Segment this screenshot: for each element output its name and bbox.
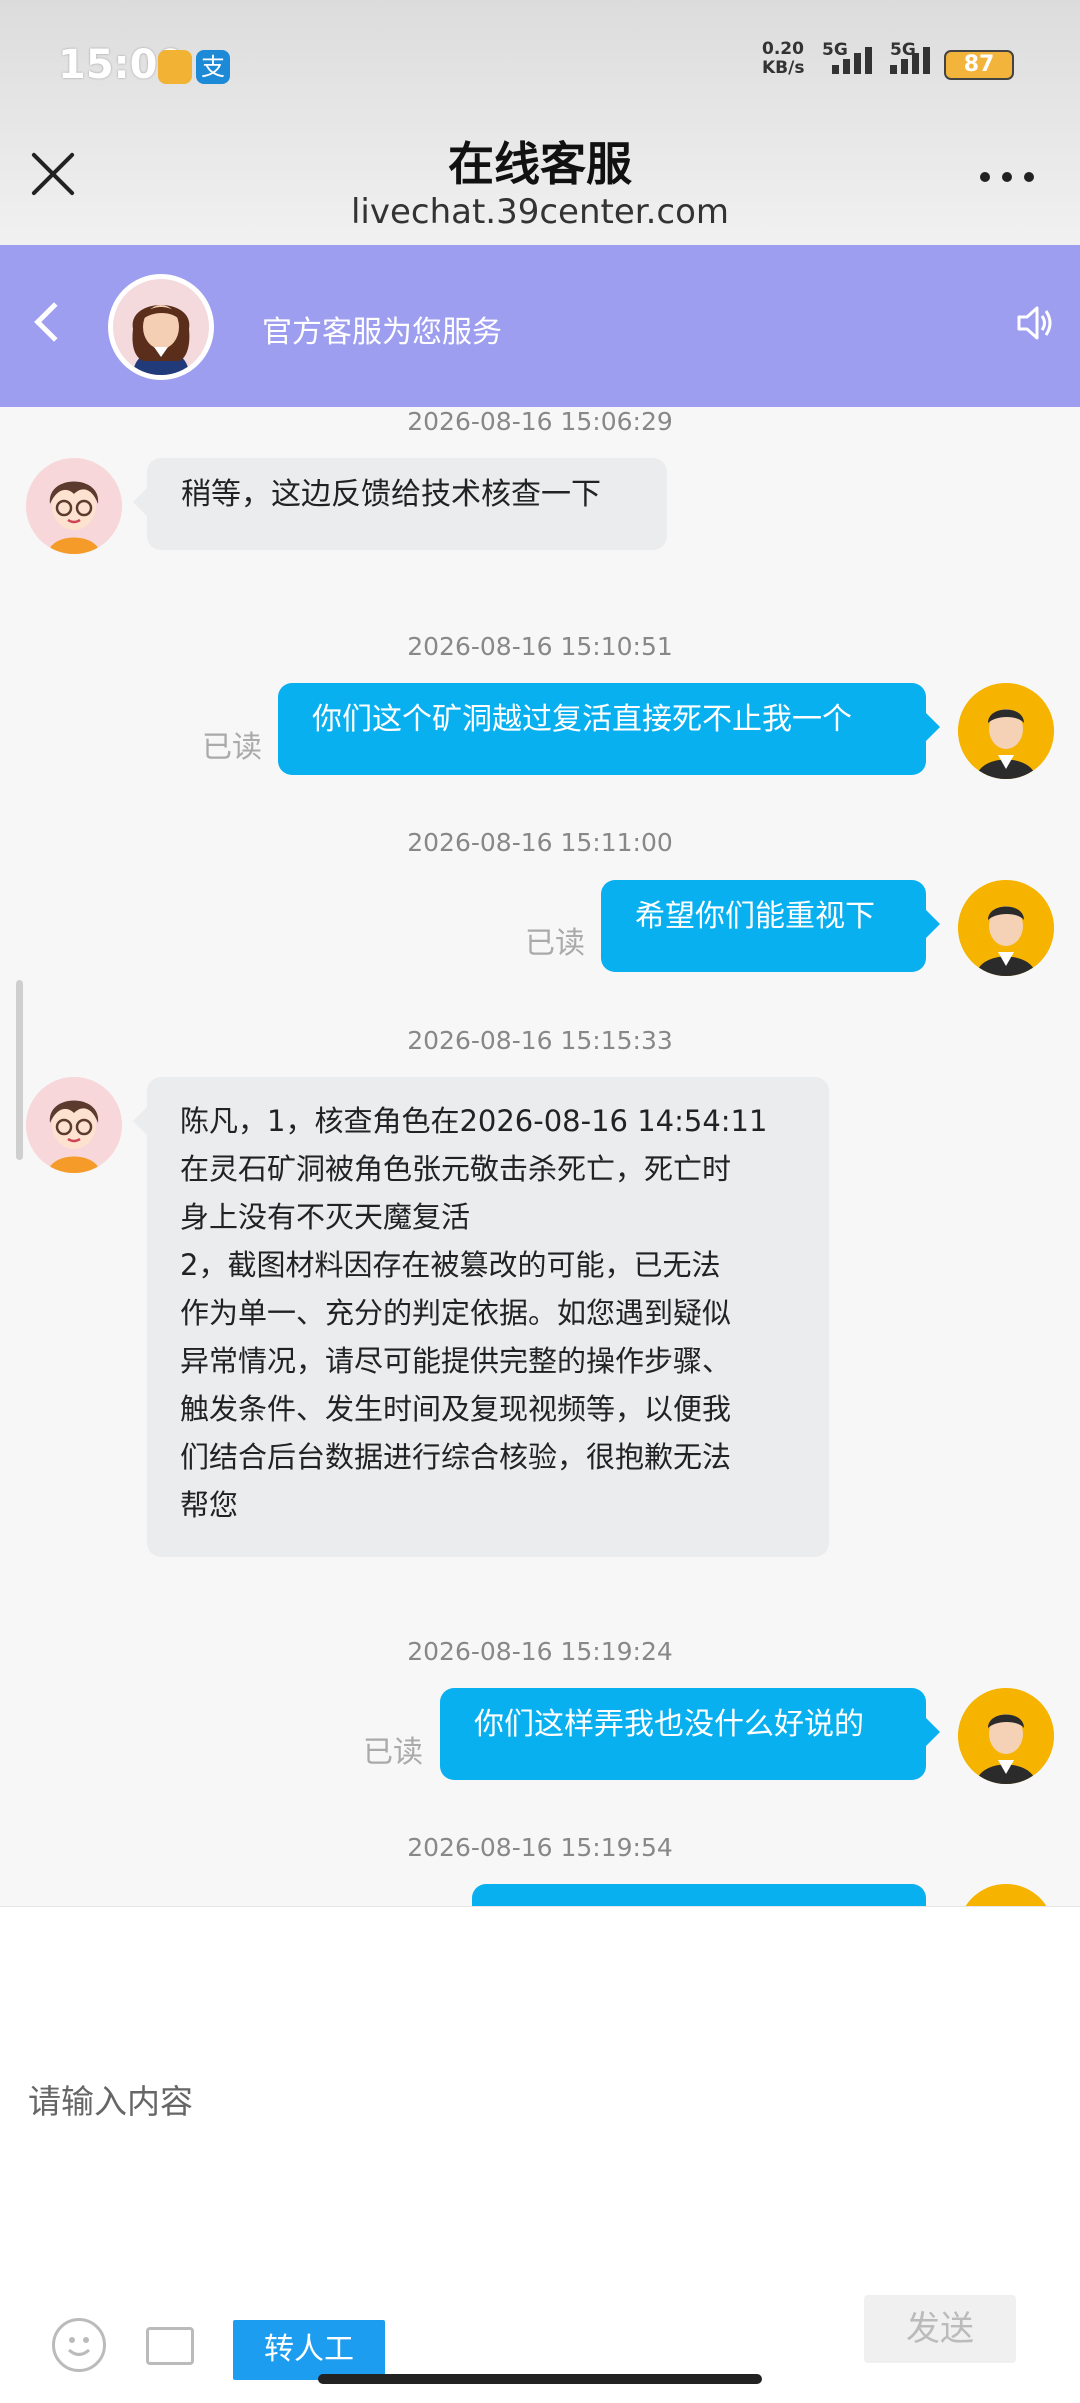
page-url: livechat.39center.com <box>350 192 730 232</box>
message-line: 2，截图材料因存在被篡改的可能，已无法 <box>180 1248 721 1282</box>
folder-icon[interactable] <box>146 2327 194 2365</box>
message-line: 作为单一、充分的判定依据。如您遇到疑似 <box>180 1296 732 1330</box>
scrollbar[interactable] <box>16 980 23 1160</box>
user-avatar <box>958 1688 1054 1784</box>
agent-avatar <box>26 458 122 554</box>
livechat-page: 15:09 支 0.20 KB/s 5G 5G 87 在线客服 livechat… <box>0 0 1080 2403</box>
signal-icon <box>890 44 942 74</box>
message-line: 触发条件、发生时间及复现视频等，以便我 <box>180 1392 732 1426</box>
message-line: 在灵石矿洞被角色张元敬击杀死亡，死亡时 <box>180 1152 732 1186</box>
agent-avatar <box>26 1077 122 1173</box>
read-receipt: 已读 <box>525 926 585 961</box>
message-line: 们结合后台数据进行综合核验，很抱歉无法 <box>180 1440 732 1474</box>
agent-message-bubble: 稍等，这边反馈给技术核查一下 <box>133 458 667 550</box>
message-timestamp: 2026-08-16 15:19:24 <box>407 1637 673 1666</box>
message-text: 希望你们能重视下 <box>635 899 875 934</box>
read-receipt: 已读 <box>363 1735 423 1770</box>
message-timestamp: 2026-08-16 15:10:51 <box>407 632 673 661</box>
message-text: 你们这个矿洞越过复活直接死不止我一个 <box>312 702 852 737</box>
transfer-to-human-button[interactable]: 转人工 <box>233 2320 385 2380</box>
network-speed: 0.20 KB/s <box>762 39 805 78</box>
user-avatar <box>958 683 1054 779</box>
battery-icon: 87 <box>944 50 1014 80</box>
message-timestamp: 2026-08-16 15:15:33 <box>407 1026 673 1055</box>
message-timestamp: 2026-08-16 15:11:00 <box>407 828 673 857</box>
back-icon[interactable] <box>34 302 74 342</box>
signal-icon <box>832 44 884 74</box>
message-line: 身上没有不灭天魔复活 <box>180 1200 471 1234</box>
message-input[interactable]: 请输入内容 <box>28 2075 193 2123</box>
agent-avatar <box>108 274 214 380</box>
user-message-bubble: 你们这个矿洞越过复活直接死不止我一个 <box>278 683 940 775</box>
browser-header: 15:09 支 0.20 KB/s 5G 5G 87 在线客服 livechat… <box>0 0 1080 245</box>
message-line: 异常情况，请尽可能提供完整的操作步骤、 <box>180 1344 732 1378</box>
page-title: 在线客服 <box>448 137 632 191</box>
chat-header: 官方客服为您服务 <box>0 245 1080 407</box>
user-avatar <box>958 880 1054 976</box>
message-text: 你们这样弄我也没什么好说的 <box>474 1707 864 1742</box>
message-timestamp: 2026-08-16 15:06:29 <box>407 407 673 436</box>
home-indicator[interactable] <box>318 2374 762 2384</box>
read-receipt: 已读 <box>202 730 262 765</box>
message-timestamp: 2026-08-16 15:19:54 <box>407 1833 673 1862</box>
more-icon[interactable] <box>980 172 1034 184</box>
alipay-notification-icon: 支 <box>196 50 230 84</box>
message-line: 陈凡，1，核查角色在2026-08-16 14:54:11 <box>180 1104 768 1138</box>
chat-header-subtitle: 官方客服为您服务 <box>262 315 502 350</box>
user-message-bubble: 希望你们能重视下 <box>601 880 940 972</box>
message-line: 帮您 <box>180 1488 239 1522</box>
send-button[interactable]: 发送 <box>864 2295 1016 2363</box>
notification-app-icon <box>158 50 192 84</box>
emoji-icon[interactable] <box>52 2318 106 2372</box>
speaker-icon[interactable] <box>1015 303 1055 343</box>
message-text: 稍等，这边反馈给技术核查一下 <box>181 477 601 512</box>
user-message-bubble: 你们这样弄我也没什么好说的 <box>440 1688 940 1780</box>
agent-message-bubble: 陈凡，1，核查角色在2026-08-16 14:54:11 在灵石矿洞被角色张元… <box>133 1077 829 1557</box>
